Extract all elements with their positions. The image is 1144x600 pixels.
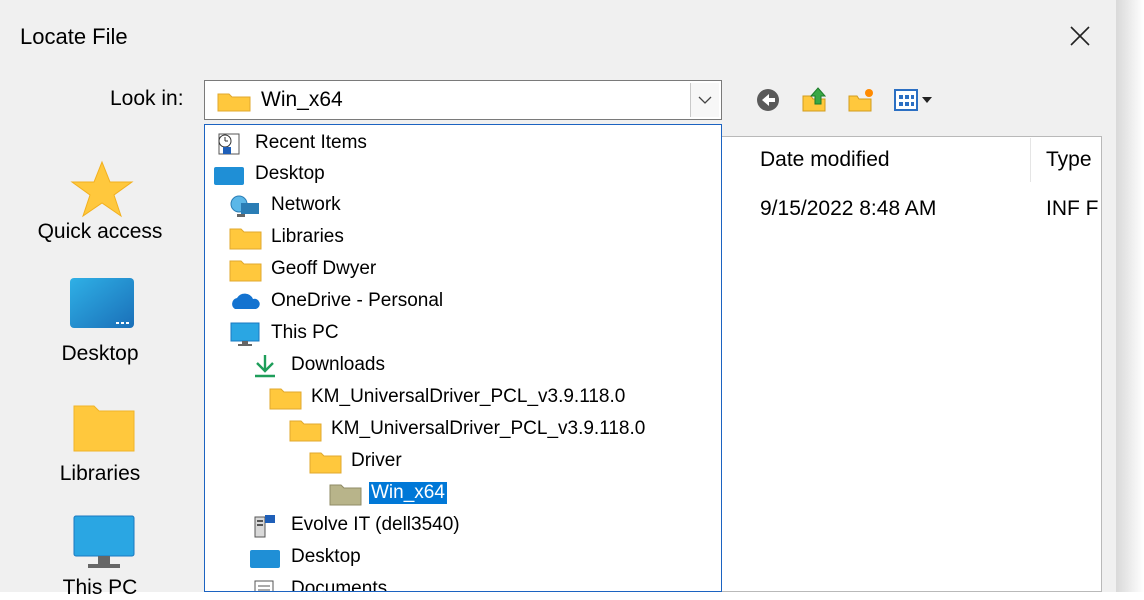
folder-icon [229, 260, 262, 282]
place-label: This PC [62, 576, 138, 599]
locate-file-dialog: Locate File Look in: Win_x64 Quick acces… [0, 0, 1116, 599]
star-icon [70, 160, 134, 218]
close-button[interactable] [1060, 16, 1100, 56]
monitor-icon [73, 515, 135, 568]
cloud-icon [232, 293, 260, 309]
folder-icon [229, 228, 262, 250]
recent-items-icon [218, 133, 240, 155]
dropdown-item-label: Recent Items [255, 132, 367, 153]
file-date-modified[interactable]: 9/15/2022 8:48 AM [760, 197, 936, 221]
folder-icon [309, 452, 342, 474]
dropdown-item-label: KM_UniversalDriver_PCL_v3.9.118.0 [311, 386, 626, 407]
place-this-pc[interactable]: This PC [0, 496, 200, 599]
folder-icon [73, 405, 135, 452]
dropdown-item-label: Downloads [291, 354, 385, 375]
place-quick-access[interactable]: Quick access [0, 136, 200, 256]
view-menu-icon[interactable] [892, 86, 948, 114]
desktop-icon [70, 278, 134, 328]
desktop-icon [214, 167, 244, 185]
dropdown-item-label: Win_x64 [369, 482, 447, 504]
desktop-icon [250, 550, 280, 568]
dropdown-item-label: Network [271, 194, 341, 215]
folder-icon [217, 93, 251, 112]
column-header-type[interactable]: Type [1046, 148, 1092, 172]
dropdown-item-label: Geoff Dwyer [271, 258, 377, 279]
monitor-icon [230, 322, 260, 346]
chevron-down-icon [698, 96, 712, 104]
title-bar: Locate File [0, 0, 1116, 72]
network-icon [230, 195, 259, 217]
folder-icon [329, 484, 362, 506]
place-label: Desktop [61, 342, 139, 365]
dropdown-item-label: Desktop [291, 546, 361, 567]
dropdown-item-label: This PC [271, 322, 339, 343]
look-in-dropdown-button[interactable] [690, 83, 719, 117]
up-folder-icon[interactable] [800, 86, 830, 114]
place-desktop[interactable]: Desktop [0, 256, 200, 376]
window-edge [1116, 0, 1144, 592]
column-header-date-modified[interactable]: Date modified [760, 148, 890, 172]
look-in-value: Win_x64 [261, 88, 343, 111]
look-in-label: Look in: [110, 87, 184, 110]
dropdown-item-label: Evolve IT (dell3540) [291, 514, 460, 535]
dropdown-item-label: OneDrive - Personal [271, 290, 444, 311]
column-separator[interactable] [1030, 138, 1031, 182]
folder-icon [269, 388, 302, 410]
folder-icon [289, 420, 322, 442]
dropdown-item-label: Driver [351, 450, 402, 471]
dialog-title: Locate File [20, 24, 128, 49]
file-type[interactable]: INF F [1046, 197, 1099, 221]
back-icon[interactable] [754, 86, 784, 114]
close-icon [1070, 26, 1090, 46]
places-bar: Quick access Desktop Libraries This PC [0, 136, 200, 599]
dropdown-item-label: Documents [291, 578, 388, 592]
dropdown-item-label: KM_UniversalDriver_PCL_v3.9.118.0 [331, 418, 646, 439]
documents-icon [254, 580, 274, 591]
download-arrow-icon [255, 355, 275, 378]
place-label: Quick access [37, 220, 163, 243]
new-folder-icon[interactable] [846, 86, 876, 114]
place-label: Libraries [59, 462, 141, 485]
dropdown-item-label: Libraries [271, 226, 344, 247]
place-libraries[interactable]: Libraries [0, 376, 200, 496]
network-drive-icon [254, 515, 275, 538]
dropdown-item-label: Desktop [255, 163, 325, 184]
look-in-dropdown-list: Recent Items Desktop Network Libraries G… [204, 124, 722, 592]
look-in-combobox[interactable]: Win_x64 [204, 80, 722, 120]
